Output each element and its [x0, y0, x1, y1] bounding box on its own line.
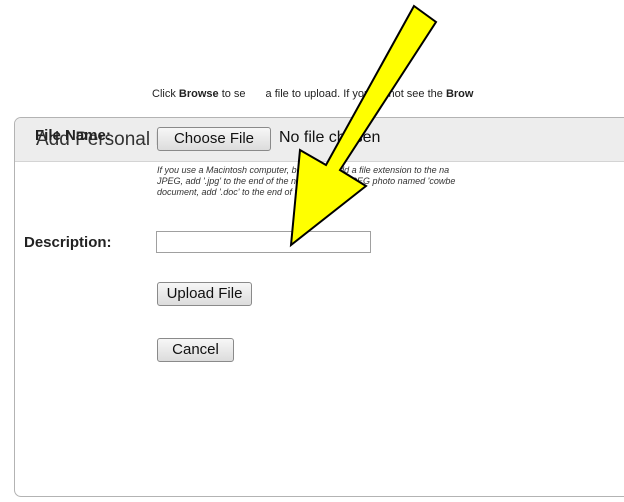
description-input[interactable] — [156, 231, 371, 253]
upload-file-button[interactable]: Upload File — [157, 282, 252, 306]
file-extension-note: If you use a Macintosh computer, be sure… — [157, 165, 455, 198]
choose-file-button[interactable]: Choose File — [157, 127, 271, 151]
description-label: Description: — [24, 234, 112, 251]
cancel-button[interactable]: Cancel — [157, 338, 234, 362]
note-line: document, add '.doc' to the end of the n… — [157, 187, 335, 197]
instructions-browse-bold: Browse — [178, 88, 219, 100]
instructions-text: to se — [218, 88, 246, 100]
instructions-browse-bold: Brow — [445, 88, 474, 100]
upload-instructions: Click Browse to se a file to upload. If y… — [152, 88, 473, 100]
instructions-text: Click — [152, 88, 179, 100]
file-name-label: File Name: — [35, 127, 111, 144]
note-line: If you use a Macintosh computer, be sure… — [157, 165, 450, 175]
file-status-text: No file chosen — [279, 129, 381, 146]
instructions-text: a file to upload. If you do not see the — [265, 88, 446, 100]
note-line: JPEG, add '.jpg' to the end of the name … — [157, 176, 456, 186]
